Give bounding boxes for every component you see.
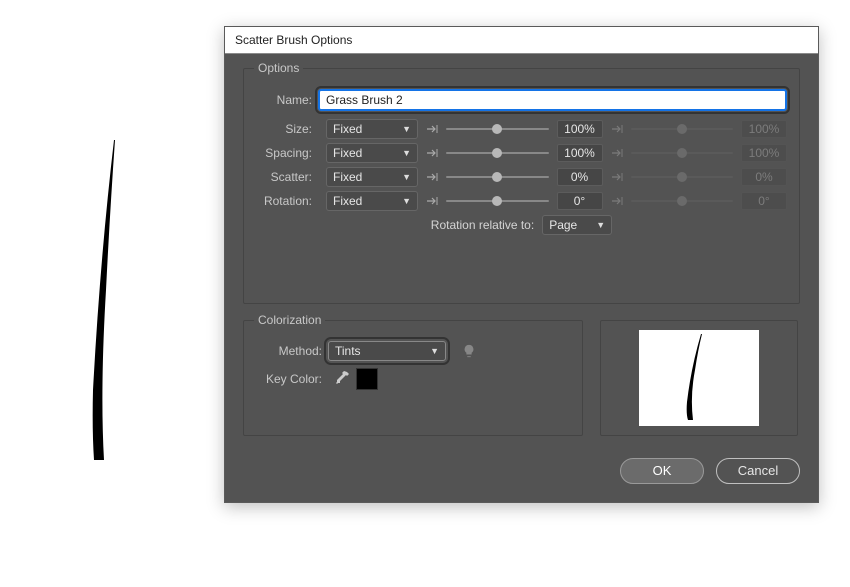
param-value-1[interactable]: 100% xyxy=(557,120,603,138)
param-mode-dropdown[interactable]: Fixed ▼ xyxy=(326,143,418,163)
flip-axis-icon xyxy=(611,195,625,207)
param-slider-1[interactable] xyxy=(426,195,549,207)
param-slider-1[interactable] xyxy=(426,171,549,183)
param-mode-dropdown[interactable]: Fixed ▼ xyxy=(326,191,418,211)
param-slider-2 xyxy=(611,123,734,135)
ok-button[interactable]: OK xyxy=(620,458,704,484)
chevron-down-icon: ▼ xyxy=(402,172,411,182)
chevron-down-icon: ▼ xyxy=(402,148,411,158)
flip-axis-icon[interactable] xyxy=(426,123,440,135)
method-label: Method: xyxy=(256,344,328,358)
param-slider-2 xyxy=(611,195,734,207)
flip-axis-icon xyxy=(611,147,625,159)
param-value-2: 0% xyxy=(741,168,787,186)
chevron-down-icon: ▼ xyxy=(402,196,411,206)
param-mode-value: Fixed xyxy=(333,122,362,136)
name-input[interactable] xyxy=(318,89,787,111)
dialog-title: Scatter Brush Options xyxy=(235,33,352,47)
param-value-2: 100% xyxy=(741,120,787,138)
options-fieldset: Options Name: Size:Fixed▼100%100%Spacing… xyxy=(243,68,800,304)
flip-axis-icon[interactable] xyxy=(426,147,440,159)
keycolor-label: Key Color: xyxy=(256,372,328,386)
method-dropdown[interactable]: Tints ▼ xyxy=(328,341,446,361)
param-label: Scatter: xyxy=(256,170,318,184)
method-value: Tints xyxy=(335,344,361,358)
colorization-legend: Colorization xyxy=(254,313,325,327)
param-mode-value: Fixed xyxy=(333,194,362,208)
param-value-2: 0° xyxy=(741,192,787,210)
rotation-relative-label: Rotation relative to: xyxy=(431,218,534,232)
keycolor-swatch[interactable] xyxy=(356,368,378,390)
flip-axis-icon[interactable] xyxy=(426,171,440,183)
param-row-scatter: Scatter: Fixed ▼ 0% 0% xyxy=(256,167,787,187)
flip-axis-icon[interactable] xyxy=(426,195,440,207)
cancel-button[interactable]: Cancel xyxy=(716,458,800,484)
tip-lightbulb-icon[interactable] xyxy=(462,344,476,358)
param-label: Size: xyxy=(256,122,318,136)
brush-preview-panel xyxy=(600,320,798,436)
param-value-1[interactable]: 100% xyxy=(557,144,603,162)
param-slider-1[interactable] xyxy=(426,123,549,135)
param-slider-1[interactable] xyxy=(426,147,549,159)
dialog-buttons: OK Cancel xyxy=(243,458,800,484)
param-value-2: 100% xyxy=(741,144,787,162)
chevron-down-icon: ▼ xyxy=(402,124,411,134)
param-row-rotation: Rotation: Fixed ▼ 0° 0° xyxy=(256,191,787,211)
param-value-1[interactable]: 0% xyxy=(557,168,603,186)
chevron-down-icon: ▼ xyxy=(430,346,439,356)
name-label: Name: xyxy=(256,93,318,107)
param-row-size: Size: Fixed ▼ 100% 100% xyxy=(256,119,787,139)
rotation-relative-value: Page xyxy=(549,218,577,232)
param-label: Rotation: xyxy=(256,194,318,208)
eyedropper-icon[interactable] xyxy=(334,371,350,387)
canvas-brush-stroke xyxy=(90,140,140,473)
rotation-relative-dropdown[interactable]: Page ▼ xyxy=(542,215,612,235)
param-mode-dropdown[interactable]: Fixed ▼ xyxy=(326,119,418,139)
param-mode-value: Fixed xyxy=(333,146,362,160)
param-value-1[interactable]: 0° xyxy=(557,192,603,210)
param-label: Spacing: xyxy=(256,146,318,160)
scatter-brush-options-dialog: Scatter Brush Options Options Name: Size… xyxy=(224,26,819,503)
param-slider-2 xyxy=(611,171,734,183)
param-slider-2 xyxy=(611,147,734,159)
param-mode-dropdown[interactable]: Fixed ▼ xyxy=(326,167,418,187)
param-row-spacing: Spacing: Fixed ▼ 100% 100% xyxy=(256,143,787,163)
param-mode-value: Fixed xyxy=(333,170,362,184)
colorization-fieldset: Colorization Method: Tints ▼ Key Color: xyxy=(243,320,583,436)
flip-axis-icon xyxy=(611,123,625,135)
chevron-down-icon: ▼ xyxy=(596,220,605,230)
brush-preview xyxy=(639,330,759,426)
options-legend: Options xyxy=(254,61,303,75)
dialog-titlebar[interactable]: Scatter Brush Options xyxy=(225,27,818,54)
flip-axis-icon xyxy=(611,171,625,183)
